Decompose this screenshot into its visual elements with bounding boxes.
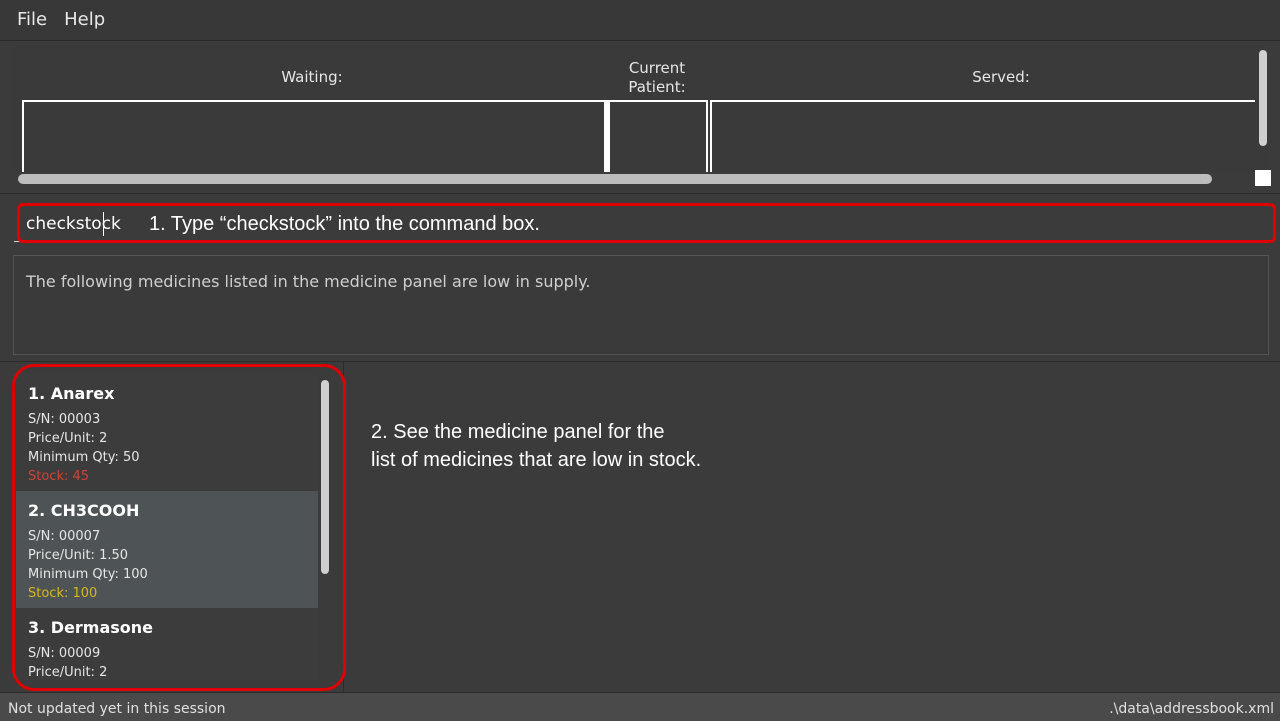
waiting-list[interactable] [22,100,606,172]
served-label: Served: [972,68,1030,86]
current-patient-label: Current Patient: [628,59,686,96]
current-patient-box[interactable] [606,100,708,172]
result-display: The following medicines listed in the me… [13,255,1269,355]
scroll-corner [1255,170,1271,186]
menu-help[interactable]: Help [55,0,113,40]
queue-horizontal-scroll-thumb[interactable] [18,174,1212,184]
menu-bar: File Help [0,0,1280,41]
menu-file[interactable]: File [8,0,55,40]
annotation-highlight-medicine-panel [12,364,346,691]
served-list[interactable] [710,100,1255,172]
separator [0,361,1280,362]
annotation-step-2: 2. See the medicine panel for the list o… [371,421,702,471]
queue-panel: Waiting: Current Patient: Served: [12,46,1255,172]
sync-status: Not updated yet in this session [8,701,226,717]
status-bar: Not updated yet in this session .\data\a… [0,692,1280,721]
save-location: .\data\addressbook.xml [1109,701,1274,717]
queue-vertical-scroll-thumb[interactable] [1259,50,1267,146]
result-message: The following medicines listed in the me… [26,272,591,291]
annotation-step-1: 1. Type “checkstock” into the command bo… [149,213,540,235]
waiting-label: Waiting: [281,68,343,86]
separator [0,193,1280,194]
